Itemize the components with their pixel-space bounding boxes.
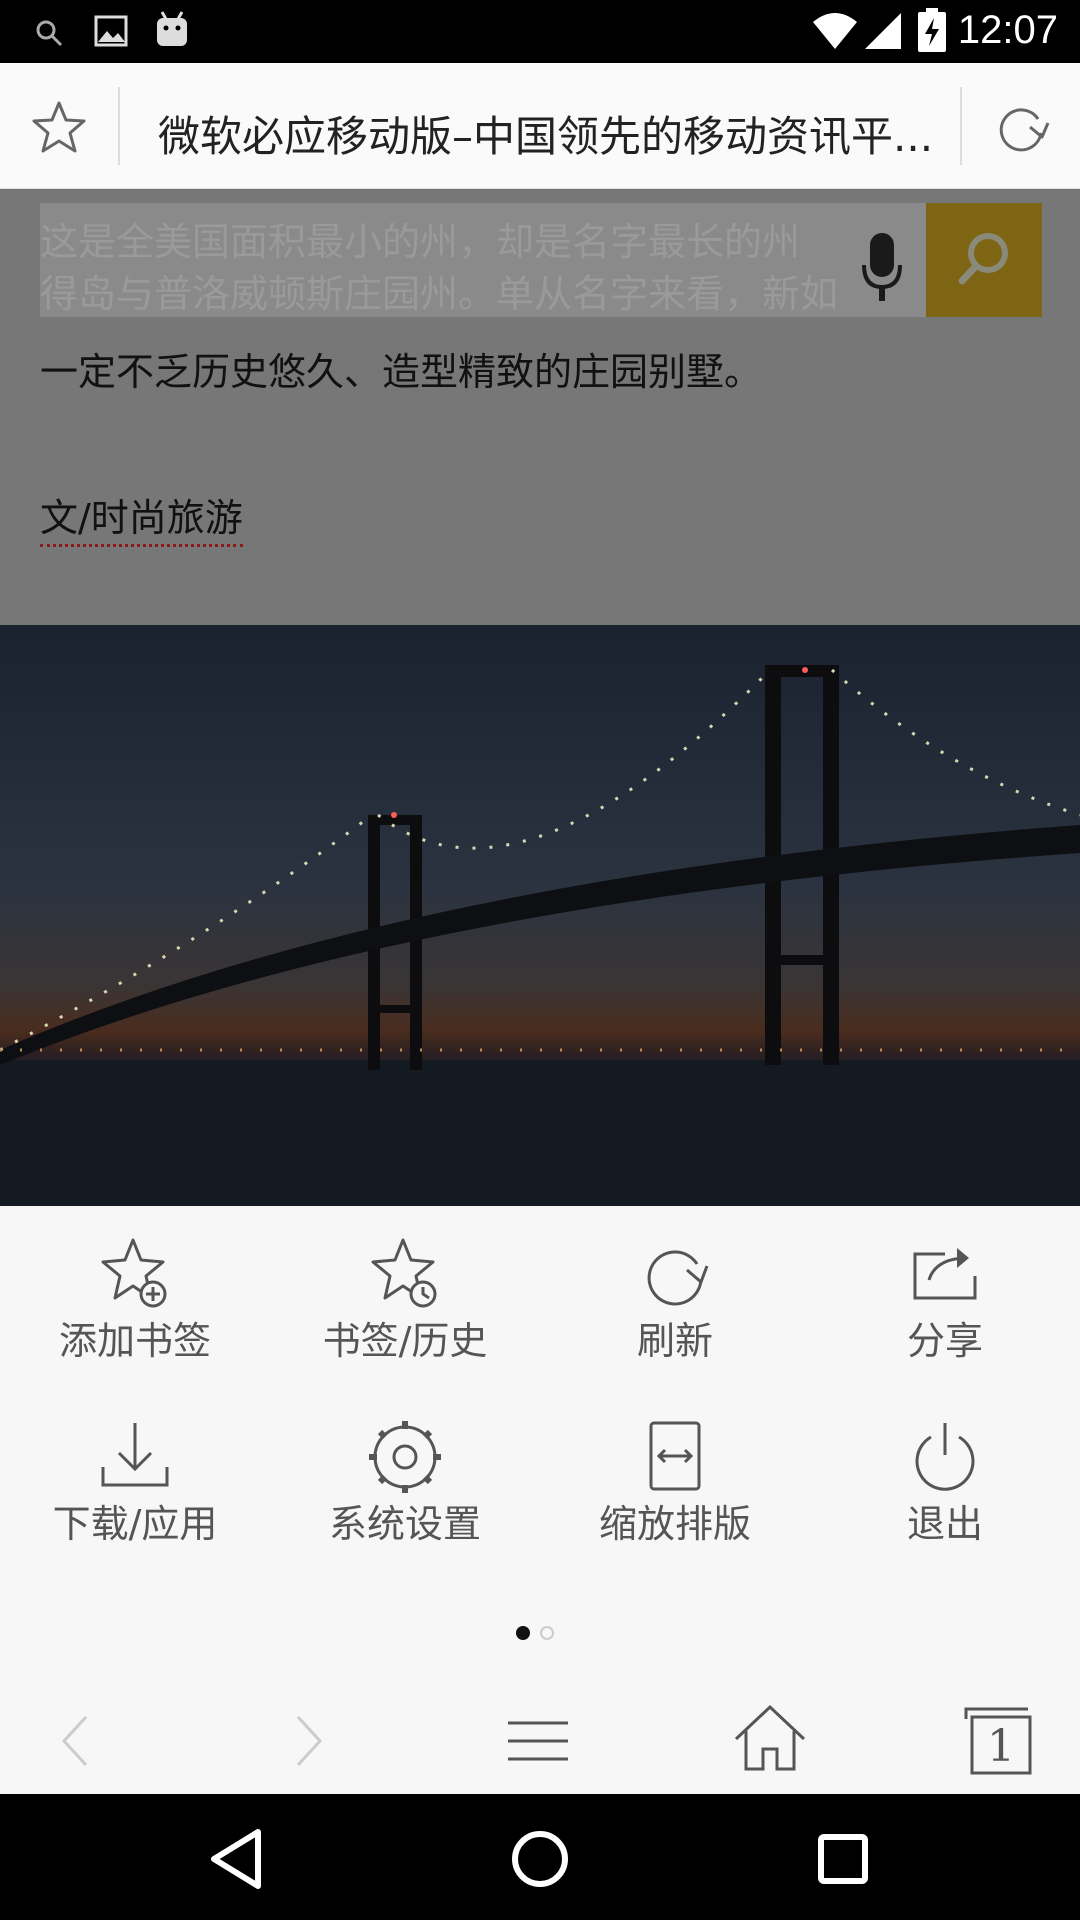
menu-panel: 添加书签 书签/历史 刷新 分享 下载/应用 系统设置 缩放排版 退出 1 <box>0 1206 1080 1794</box>
reload-icon[interactable] <box>990 97 1052 159</box>
divider <box>960 87 962 165</box>
image-icon <box>94 15 128 47</box>
page-dot-active <box>516 1626 530 1640</box>
page-dot <box>540 1626 554 1640</box>
hamburger-icon[interactable] <box>498 1701 578 1781</box>
circle-home-icon[interactable] <box>505 1824 575 1894</box>
share-button[interactable]: 分享 <box>810 1206 1080 1363</box>
bookmarks-history-button[interactable]: 书签/历史 <box>270 1206 540 1363</box>
download-icon <box>101 1423 169 1487</box>
square-recents-icon[interactable] <box>808 1824 878 1894</box>
tabs-count: 1 <box>987 1721 1015 1772</box>
page-content: 这是全美国面积最小的州，却是名字最长的州 得岛与普洛威顿斯庄园州。单从名字来看，… <box>0 189 1080 1206</box>
signal-icon <box>865 13 901 49</box>
refresh-button[interactable]: 刷新 <box>540 1206 810 1363</box>
bridge-photo <box>0 625 1080 1206</box>
star-outline-icon[interactable] <box>28 97 90 159</box>
share-icon <box>913 1248 977 1300</box>
page-title[interactable]: 微软必应移动版–中国领先的移动资讯平... <box>158 103 938 164</box>
search-icon <box>36 20 63 47</box>
status-time: 12:07 <box>957 8 1058 52</box>
system-nav-bar <box>0 1794 1080 1920</box>
menu-label: 下载/应用 <box>52 1502 218 1546</box>
star-clock-icon <box>371 1238 437 1308</box>
menu-label: 缩放排版 <box>598 1502 751 1546</box>
power-icon <box>915 1423 975 1491</box>
android-icon <box>157 11 187 46</box>
home-icon[interactable] <box>730 1701 810 1781</box>
star-plus-icon <box>101 1238 167 1308</box>
magnifier-icon <box>958 233 1008 285</box>
menu-label: 退出 <box>906 1502 983 1546</box>
menu-label: 系统设置 <box>328 1502 481 1546</box>
status-bar: 12:07 <box>0 0 1080 63</box>
search-text: 这是全美国面积最小的州，却是名字最长的州 <box>40 220 801 264</box>
tabs-button[interactable]: 1 <box>958 1701 1038 1781</box>
gear-icon <box>369 1421 441 1493</box>
system-settings-button[interactable]: 系统设置 <box>270 1389 540 1546</box>
menu-label: 刷新 <box>636 1319 713 1363</box>
zoom-layout-button[interactable]: 缩放排版 <box>540 1389 810 1546</box>
downloads-apps-button[interactable]: 下载/应用 <box>0 1389 270 1546</box>
menu-label: 书签/历史 <box>322 1319 488 1363</box>
search-text-line2: 得岛与普洛威顿斯庄园州。单从名字来看，新如 <box>40 272 839 316</box>
article-author[interactable]: 文/时尚旅游 <box>40 487 243 547</box>
exit-button[interactable]: 退出 <box>810 1389 1080 1546</box>
menu-label: 添加书签 <box>58 1319 211 1363</box>
search-input[interactable]: 这是全美国面积最小的州，却是名字最长的州 得岛与普洛威顿斯庄园州。单从名字来看，… <box>40 203 926 317</box>
divider <box>118 87 120 165</box>
add-bookmark-button[interactable]: 添加书签 <box>0 1206 270 1363</box>
address-bar: 微软必应移动版–中国领先的移动资讯平... <box>0 63 1080 189</box>
microphone-icon[interactable] <box>860 231 904 305</box>
search-button[interactable] <box>926 203 1042 317</box>
menu-label: 分享 <box>906 1319 983 1363</box>
battery-charging-icon <box>918 8 946 52</box>
triangle-back-icon[interactable] <box>202 1824 272 1894</box>
article-text: 一定不乏历史悠久、造型精致的庄园别墅。 <box>40 350 763 394</box>
wifi-icon <box>813 13 857 49</box>
chevron-right-icon[interactable] <box>268 1701 348 1781</box>
refresh-icon <box>647 1250 709 1306</box>
resize-icon <box>649 1421 701 1491</box>
chevron-left-icon[interactable] <box>36 1701 116 1781</box>
